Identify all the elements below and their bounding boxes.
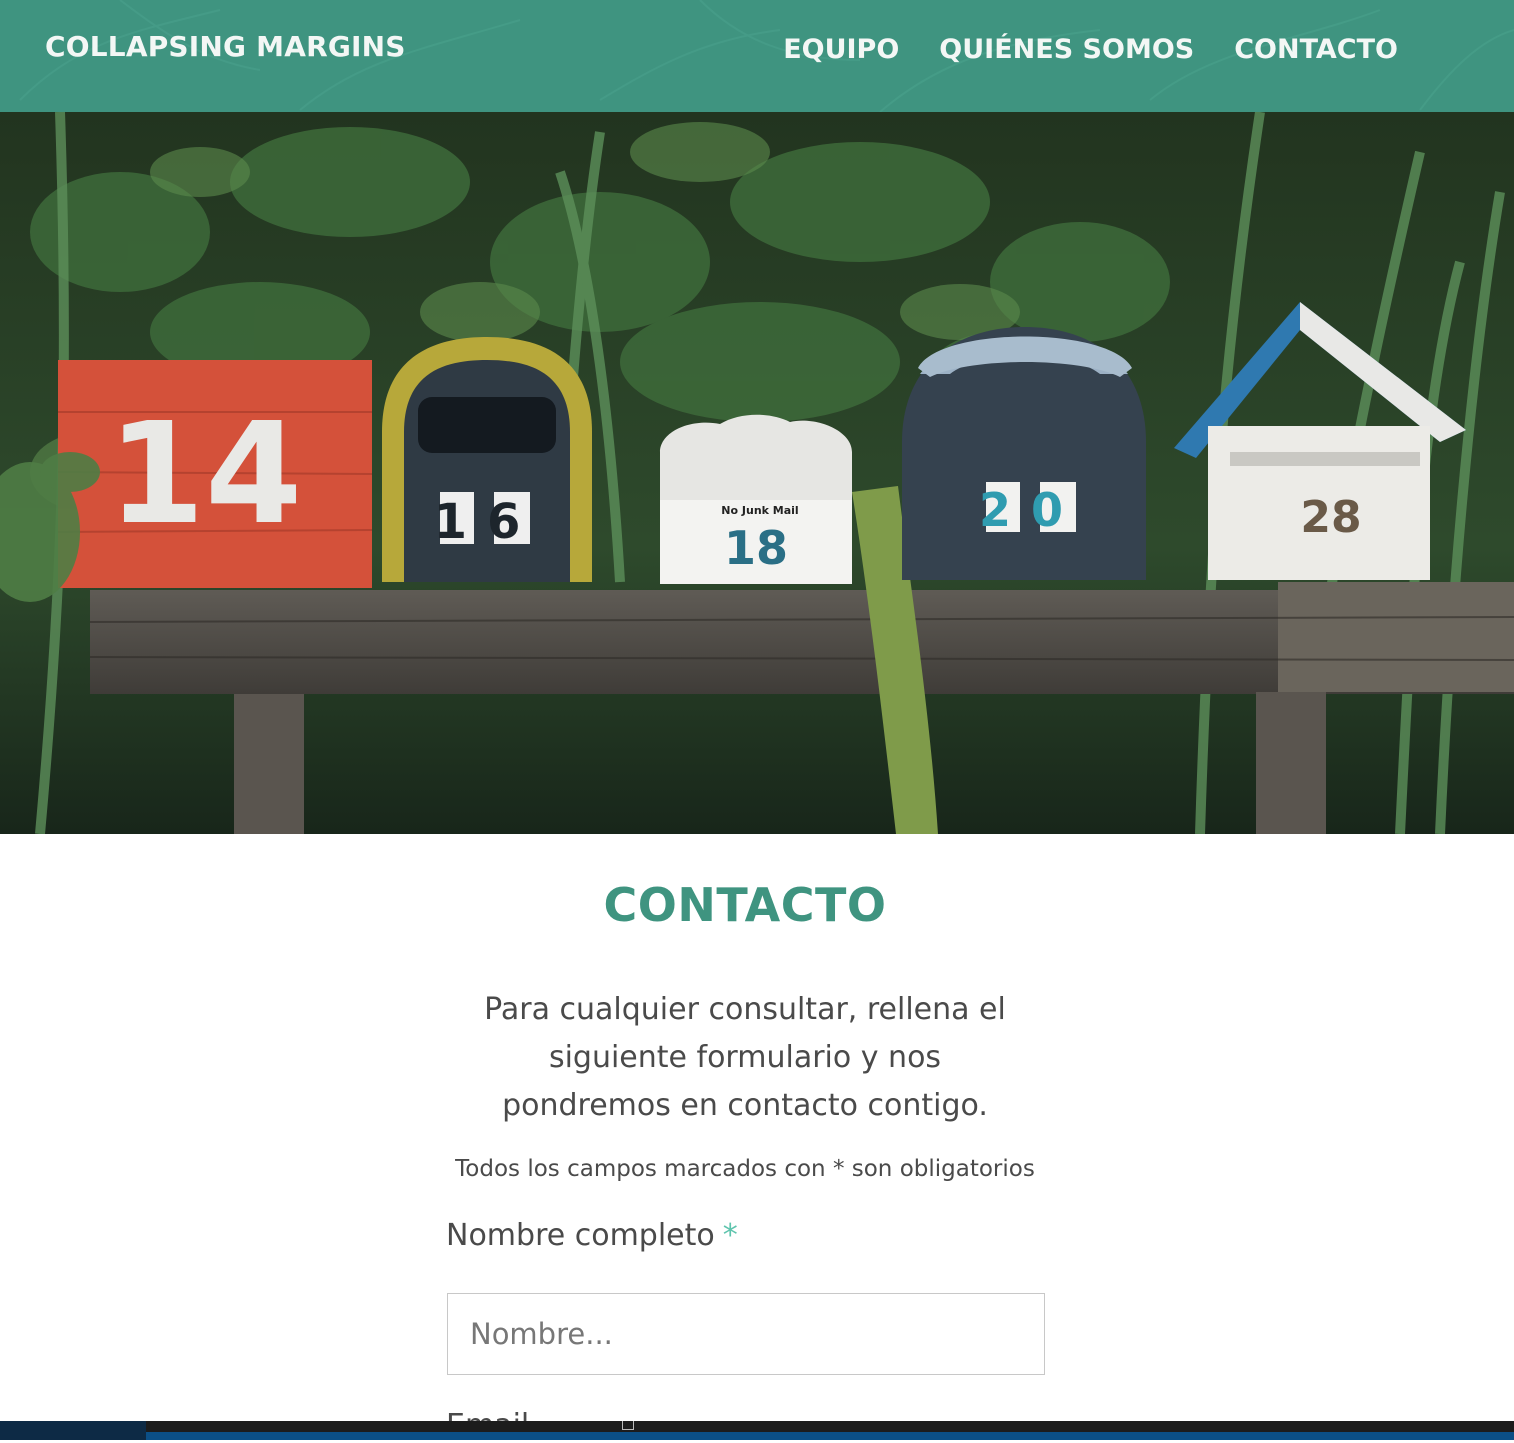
site-header: COLLAPSING MARGINS EQUIPO QUIÉNES SOMOS … — [0, 0, 1514, 112]
bottom-bar-left-segment — [0, 1421, 146, 1440]
site-logo[interactable]: COLLAPSING MARGINS — [45, 30, 406, 63]
bottom-overlay-bar — [0, 1421, 1514, 1440]
bottom-bar-marker — [622, 1421, 634, 1430]
required-asterisk: * — [722, 1218, 738, 1253]
page-title: CONTACTO — [603, 878, 887, 932]
bottom-bar-progress-line — [146, 1432, 1514, 1440]
nav-item-contacto[interactable]: CONTACTO — [1234, 30, 1398, 70]
nav-item-quienes-somos[interactable]: QUIÉNES SOMOS — [939, 30, 1194, 70]
mailbox-number-18: 18 — [724, 521, 788, 575]
required-fields-note: Todos los campos marcados con * son obli… — [455, 1156, 1035, 1182]
no-junk-mail-sticker: No Junk Mail — [721, 504, 798, 517]
main-nav: EQUIPO QUIÉNES SOMOS CONTACTO — [783, 30, 1398, 70]
nav-item-equipo[interactable]: EQUIPO — [783, 30, 899, 70]
hero-image: 14 16 No Junk Mail 18 20 28 — [0, 112, 1514, 834]
mailbox-number-14: 14 — [108, 393, 303, 556]
name-field-label: Nombre completo * — [446, 1218, 738, 1253]
mailbox-number-20: 20 — [979, 483, 1083, 537]
mailbox-number-28: 28 — [1300, 492, 1361, 543]
mailbox-number-16: 16 — [434, 494, 541, 550]
name-label-text: Nombre completo — [446, 1218, 715, 1253]
intro-text: Para cualquier consultar, rellena el sig… — [484, 992, 1006, 1123]
name-input[interactable] — [447, 1293, 1045, 1375]
mailboxes-illustration: 14 16 No Junk Mail 18 20 28 — [0, 112, 1514, 834]
